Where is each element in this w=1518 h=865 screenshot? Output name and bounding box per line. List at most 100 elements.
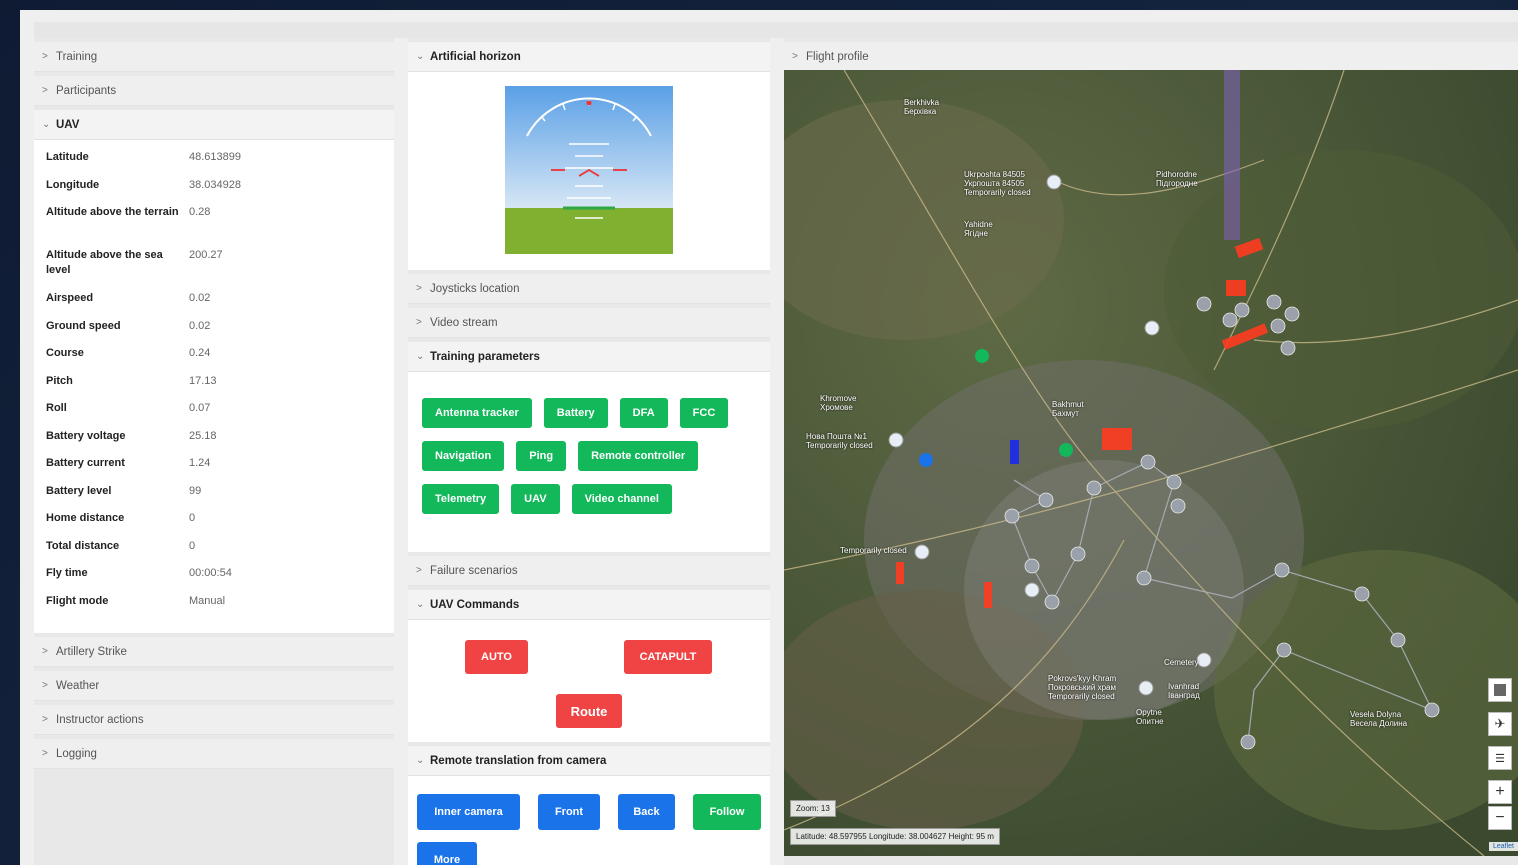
- section-flight-profile[interactable]: > Flight profile: [784, 42, 1518, 72]
- uav-field-label: Longitude: [46, 178, 100, 191]
- section-video-stream[interactable]: > Video stream: [408, 308, 770, 338]
- chevron-right-icon: >: [42, 646, 48, 657]
- param-uav-button[interactable]: UAV: [511, 484, 560, 514]
- uav-field-value: 0.07: [189, 402, 211, 414]
- uav-field-label: Pitch: [46, 374, 73, 387]
- section-uav-commands[interactable]: ⌄ UAV Commands: [408, 590, 770, 620]
- square-icon: [1494, 684, 1506, 696]
- route-button[interactable]: Route: [556, 694, 622, 728]
- section-training[interactable]: > Training: [34, 42, 394, 72]
- training-parameter-row: Antenna tracker Battery DFA FCC: [422, 398, 770, 428]
- param-fcc-button[interactable]: FCC: [679, 398, 729, 428]
- zoom-level-readout: Zoom: 13: [790, 800, 836, 817]
- map-tiles: [784, 70, 1518, 856]
- app-window: > Training > Participants ⌄ UAV Latitude 48.…: [20, 10, 1518, 865]
- layers-square-button[interactable]: [1488, 678, 1512, 702]
- uav-field-row: Fly time 00:00:54: [34, 566, 394, 594]
- param-ping-button[interactable]: Ping: [516, 441, 567, 471]
- uav-field-value: 0.28: [189, 206, 211, 218]
- uav-field-value: 48.613899: [189, 151, 241, 163]
- chevron-down-icon: ⌄: [42, 119, 51, 130]
- uav-field-value: 25.18: [189, 429, 217, 442]
- uav-field-value: 17.13: [189, 374, 217, 387]
- map-label-temp-closed: Temporarily closed: [840, 546, 907, 555]
- satellite-map[interactable]: Berkhivka Берхівка Ukrposhta 84505 Укрпошт…: [784, 70, 1518, 856]
- front-button[interactable]: Front: [538, 794, 600, 830]
- param-video-channel-button[interactable]: Video channel: [571, 484, 672, 514]
- zoom-in-button[interactable]: +: [1488, 780, 1512, 804]
- chevron-right-icon: >: [42, 85, 48, 96]
- uav-field-value: 99: [189, 484, 202, 497]
- plane-icon: ✈: [1494, 716, 1506, 731]
- uav-field-value: 200.27: [189, 249, 223, 261]
- section-remote-translation[interactable]: ⌄ Remote translation from camera: [408, 746, 770, 776]
- uav-field-row: Home distance 0: [34, 511, 394, 539]
- uav-field-label: Battery level: [46, 484, 112, 497]
- auto-button[interactable]: AUTO: [465, 640, 528, 674]
- chevron-down-icon: ⌄: [416, 351, 425, 362]
- uav-field-value: Manual: [189, 594, 226, 607]
- uav-field-row: Battery current 1.24: [34, 456, 394, 484]
- section-logging[interactable]: > Logging: [34, 739, 394, 769]
- param-telemetry-button[interactable]: Telemetry: [422, 484, 500, 514]
- plane-button[interactable]: ✈: [1488, 712, 1512, 736]
- training-parameter-row: Telemetry UAV Video channel: [422, 484, 770, 514]
- chevron-right-icon: >: [42, 51, 48, 62]
- zoom-out-button[interactable]: −: [1488, 806, 1512, 830]
- uav-field-value: 0.02: [189, 319, 211, 332]
- map-label-yahidne: Yahidne Ягідне: [964, 220, 993, 238]
- top-strip: [34, 22, 1518, 38]
- param-battery-button[interactable]: Battery: [543, 398, 608, 428]
- uav-commands-panel: AUTO CATAPULT Route: [408, 620, 770, 742]
- artificial-horizon-indicator: [505, 86, 673, 254]
- chevron-down-icon: ⌄: [416, 51, 425, 62]
- uav-field-label: Battery current: [46, 457, 125, 469]
- section-joysticks-location[interactable]: > Joysticks location: [408, 274, 770, 304]
- map-label-bakhmut: Bakhmut Бахмут: [1052, 400, 1084, 418]
- back-button[interactable]: Back: [618, 794, 675, 830]
- uav-field-value: 0.24: [189, 347, 211, 359]
- uav-field-value: 0: [189, 539, 196, 552]
- map-label-pidhorodne: Pidhorodne Підгородне: [1156, 170, 1198, 188]
- map-label-vesela-dolyna: Vesela Dolyna Весела Долина: [1350, 710, 1408, 728]
- uav-field-value: 1.24: [189, 457, 211, 469]
- uav-field-label: Flight mode: [46, 594, 109, 607]
- map-label-cemetery: Cemetery: [1164, 658, 1199, 667]
- layers-button[interactable]: ☰: [1488, 746, 1512, 770]
- map-label-berkhivka: Berkhivka Берхівка: [904, 98, 940, 116]
- uav-field-label: Total distance: [46, 539, 120, 552]
- uav-field-label: Ground speed: [46, 319, 121, 332]
- param-dfa-button[interactable]: DFA: [619, 398, 668, 428]
- section-weather[interactable]: > Weather: [34, 671, 394, 701]
- chevron-right-icon: >: [416, 317, 422, 328]
- uav-field-value: 0: [189, 512, 196, 524]
- uav-field-label: Roll: [46, 402, 67, 414]
- section-artillery-strike[interactable]: > Artillery Strike: [34, 637, 394, 667]
- more-button[interactable]: More: [417, 842, 477, 865]
- section-failure-scenarios[interactable]: > Failure scenarios: [408, 556, 770, 586]
- section-instructor-actions[interactable]: > Instructor actions: [34, 705, 394, 735]
- section-participants[interactable]: > Participants: [34, 76, 394, 106]
- param-antenna-tracker-button[interactable]: Antenna tracker: [422, 398, 532, 428]
- param-remote-controller-button[interactable]: Remote controller: [578, 441, 699, 471]
- training-parameter-row: Navigation Ping Remote controller: [422, 441, 770, 471]
- follow-button[interactable]: Follow: [693, 794, 761, 830]
- section-artificial-horizon[interactable]: ⌄ Artificial horizon: [408, 42, 770, 72]
- param-navigation-button[interactable]: Navigation: [422, 441, 505, 471]
- chevron-right-icon: >: [792, 51, 798, 62]
- uav-field-row: Battery level 99: [34, 484, 394, 512]
- uav-field-row: Course 0.24: [34, 346, 394, 374]
- map-label-khromove: Khromove Хромове: [820, 394, 857, 412]
- section-training-parameters[interactable]: ⌄ Training parameters: [408, 342, 770, 372]
- map-label-ukrposhta: Ukrposhta 84505 Укрпошта 84505 Temporarily…: [964, 170, 1031, 197]
- uav-field-row: Altitude above the terrain 0.28: [34, 205, 394, 248]
- chevron-down-icon: ⌄: [416, 599, 425, 610]
- inner-camera-button[interactable]: Inner camera: [417, 794, 520, 830]
- uav-field-row: Altitude above the sea level 200.27: [34, 248, 394, 291]
- map-label-pokrovs: Pokrovs'kyy Khram Покровський храм Tempora…: [1048, 674, 1117, 701]
- uav-field-label: Altitude above the sea level: [46, 249, 163, 276]
- training-parameters-panel: Antenna tracker Battery DFA FCC Navigation Pi…: [408, 372, 770, 552]
- catapult-button[interactable]: CATAPULT: [624, 640, 712, 674]
- map-attribution[interactable]: Leaflet: [1488, 842, 1518, 851]
- section-uav[interactable]: ⌄ UAV: [34, 110, 394, 140]
